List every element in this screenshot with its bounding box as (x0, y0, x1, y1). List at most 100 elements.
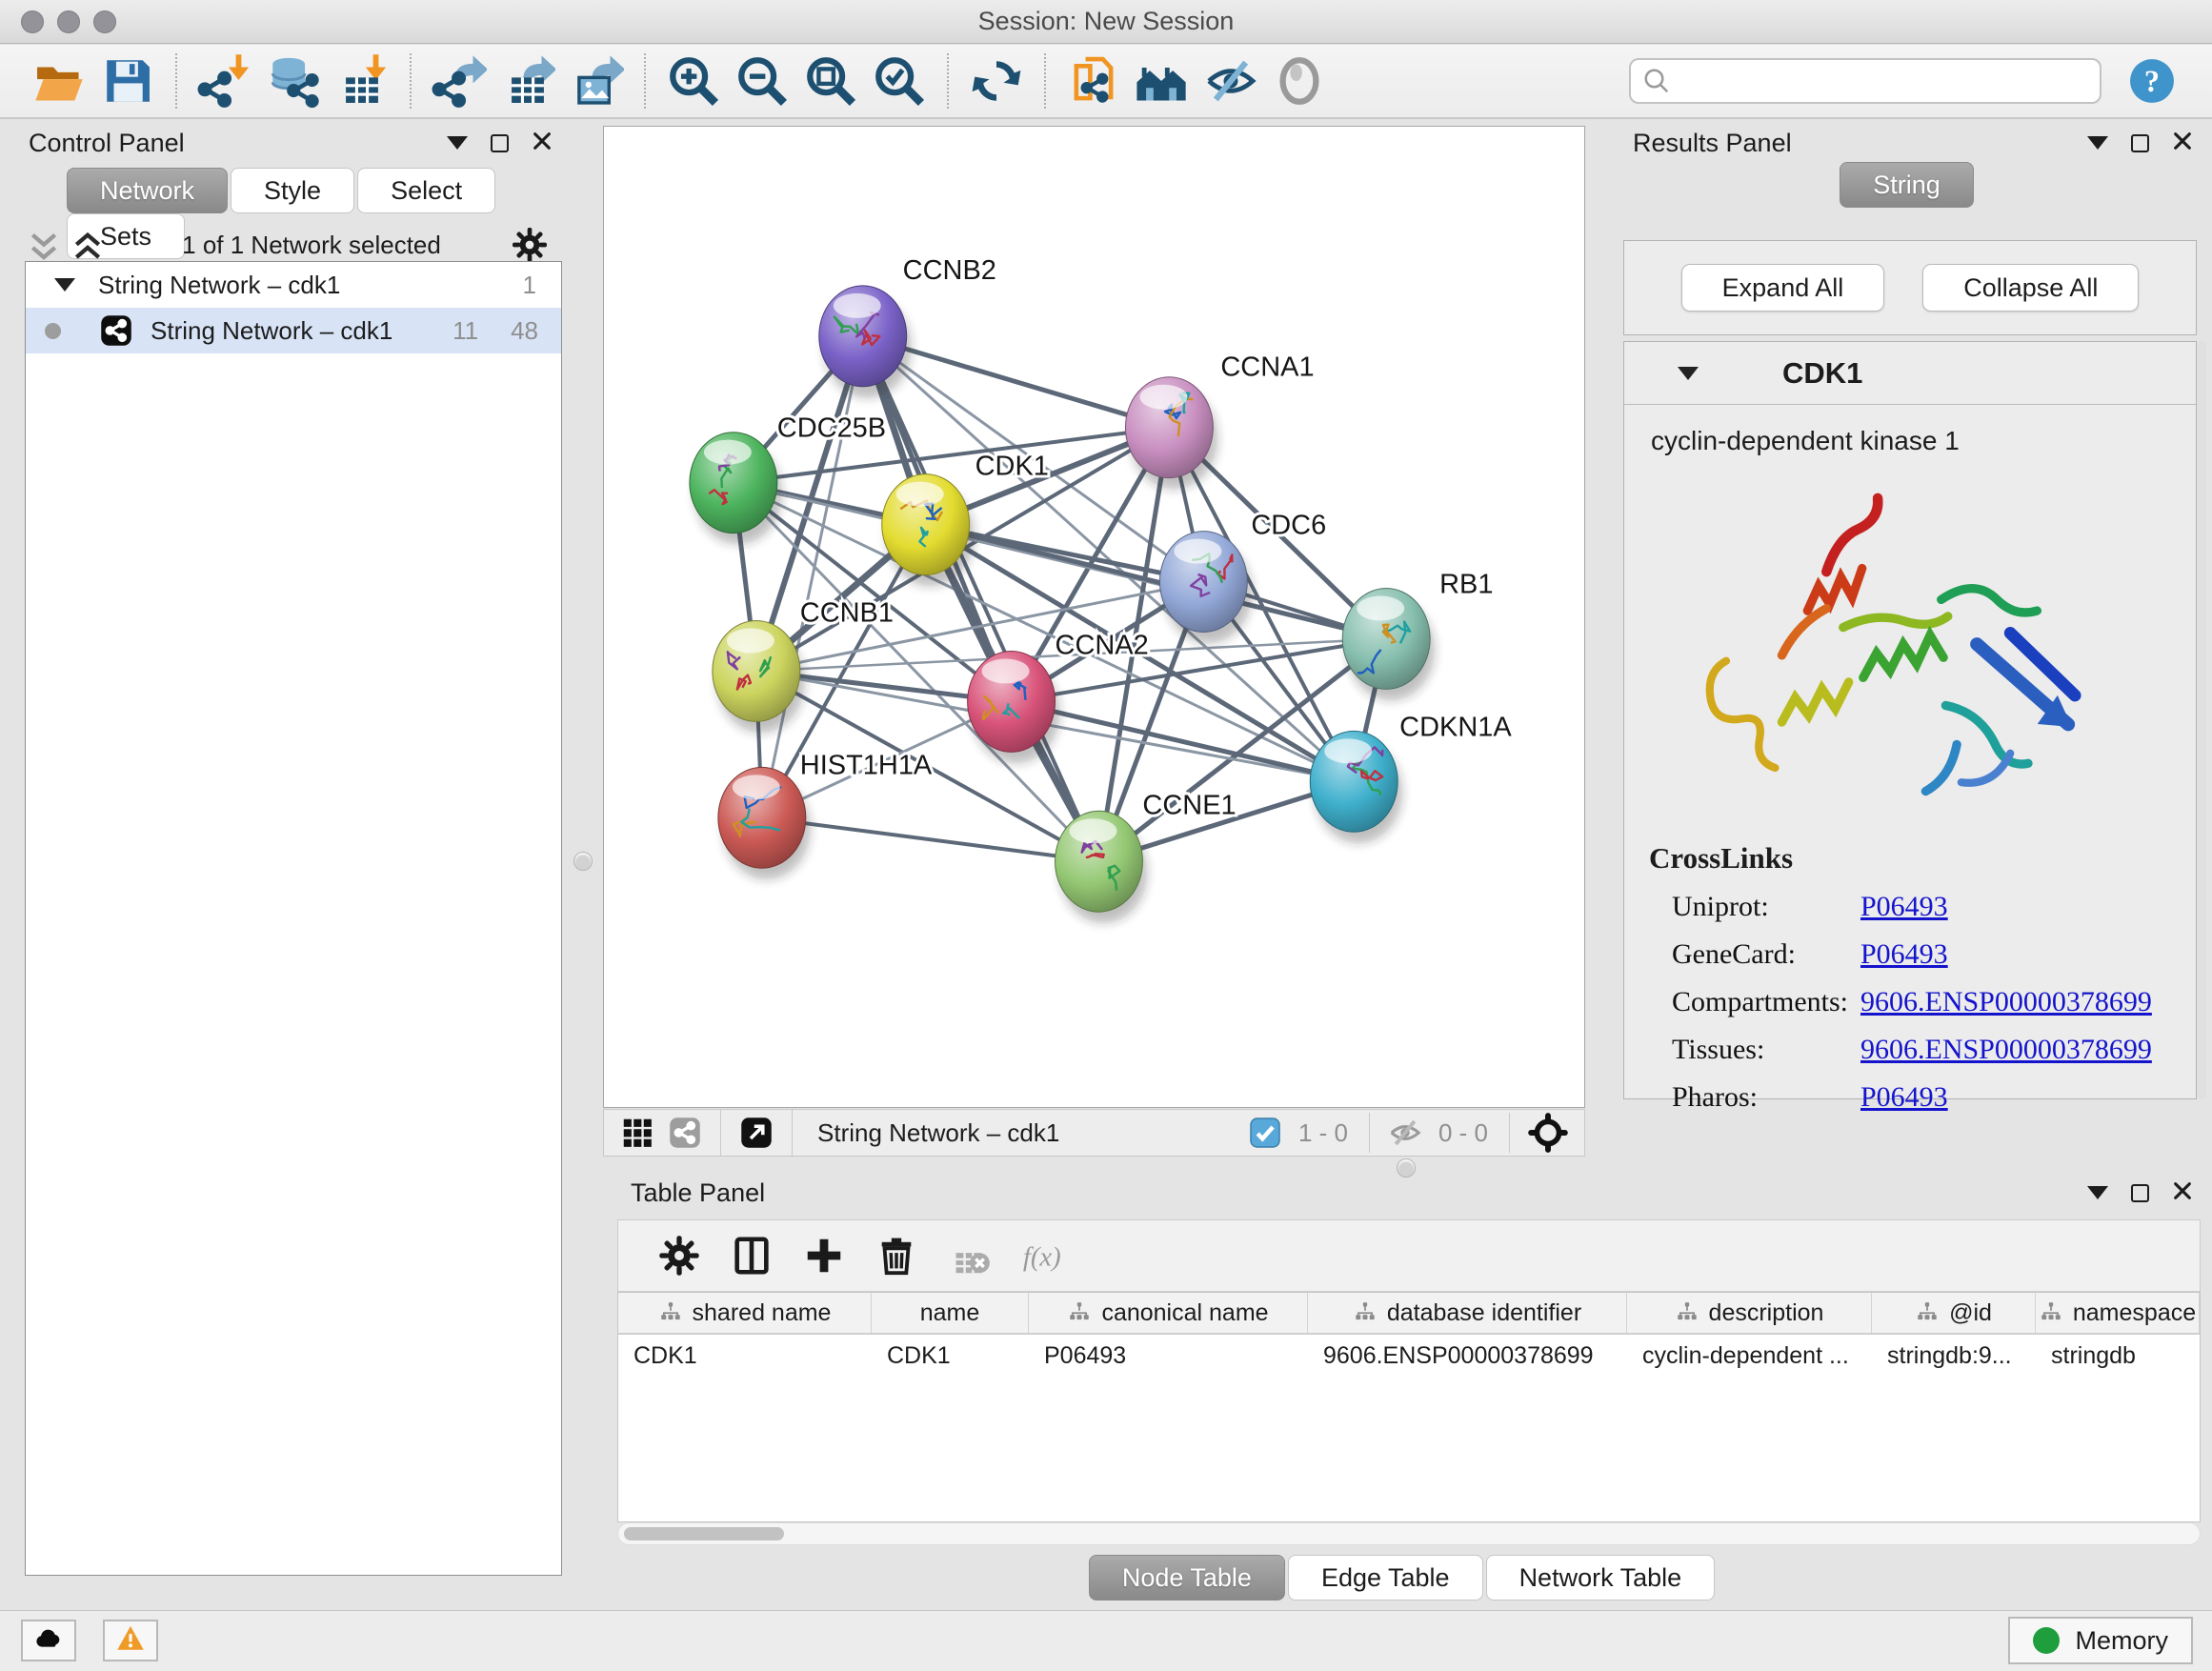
hidden-eye-icon[interactable] (1388, 1116, 1422, 1150)
settings-icon[interactable] (657, 1234, 701, 1278)
cloud-button[interactable] (21, 1620, 76, 1661)
close-panel-icon[interactable] (2172, 1180, 2193, 1206)
import-network-icon[interactable] (197, 53, 252, 109)
crosslink-link[interactable]: P06493 (1860, 938, 1948, 971)
column-header-namespace[interactable]: namespace (2036, 1293, 2200, 1333)
open-session-icon[interactable] (31, 53, 87, 109)
crosslink-link[interactable]: P06493 (1860, 891, 1948, 923)
column-header-database-identifier[interactable]: database identifier (1308, 1293, 1627, 1333)
search-input[interactable] (1629, 58, 2101, 104)
tab-network-table[interactable]: Network Table (1486, 1555, 1716, 1601)
result-entry-name: CDK1 (1782, 356, 1862, 391)
edge-HIST1H1A-CCNE1[interactable] (762, 817, 1099, 861)
column-header-description[interactable]: description (1627, 1293, 1872, 1333)
zoom-in-icon[interactable] (666, 53, 721, 109)
panel-menu-icon[interactable] (2087, 1186, 2108, 1199)
warnings-button[interactable] (103, 1620, 158, 1661)
node-HIST1H1A[interactable]: HIST1H1A (718, 750, 933, 879)
collapse-tree-icon[interactable] (54, 278, 75, 292)
help-icon[interactable]: ? (2128, 57, 2176, 105)
edge-CCNB2-HIST1H1A[interactable] (762, 336, 863, 818)
tab-style[interactable]: Style (231, 168, 354, 213)
tab-node-table[interactable]: Node Table (1089, 1555, 1285, 1601)
crosslink-link[interactable]: 9606.ENSP00000378699 (1860, 1034, 2152, 1066)
node-CCNE1[interactable]: CCNE1 (1056, 790, 1237, 923)
network-options-gear-icon[interactable] (511, 226, 549, 264)
cell-database-identifier[interactable]: 9606.ENSP00000378699 (1308, 1335, 1627, 1377)
minimize-window-icon[interactable] (57, 10, 80, 33)
zoom-selected-icon[interactable] (872, 53, 927, 109)
scrollbar-thumb[interactable] (624, 1527, 784, 1540)
highlight-icon[interactable] (1272, 53, 1327, 109)
delete-icon[interactable] (875, 1234, 918, 1278)
cell-canonical-name[interactable]: P06493 (1029, 1335, 1308, 1377)
main-toolbar: ? (0, 45, 2212, 119)
add-icon[interactable] (802, 1234, 846, 1278)
tab-select[interactable]: Select (357, 168, 495, 213)
tab-string[interactable]: String (1840, 162, 1974, 208)
selected-checkbox-icon[interactable] (1248, 1116, 1282, 1150)
node-RB1[interactable]: RB1 (1342, 570, 1493, 701)
grid-view-icon[interactable] (620, 1116, 654, 1150)
zoom-window-icon[interactable] (93, 10, 116, 33)
zoom-fit-icon[interactable] (803, 53, 858, 109)
panel-menu-icon[interactable] (447, 136, 468, 150)
results-scrollbar[interactable] (2197, 341, 2206, 1099)
node-CDKN1A[interactable]: CDKN1A (1310, 712, 1512, 843)
network-tree: String Network – cdk1 1 String Network –… (25, 261, 562, 1576)
columns-icon[interactable] (730, 1234, 774, 1278)
left-splitter-handle[interactable] (573, 852, 593, 871)
save-session-icon[interactable] (100, 53, 155, 109)
crosslink-link[interactable]: 9606.ENSP00000378699 (1860, 986, 2152, 1018)
collapse-all-icon[interactable] (25, 229, 63, 261)
tab-edge-table[interactable]: Edge Table (1288, 1555, 1483, 1601)
open-in-window-icon[interactable] (739, 1116, 774, 1150)
expand-all-icon[interactable] (69, 229, 107, 261)
node-CCNA2[interactable]: CCNA2 (968, 630, 1149, 763)
close-window-icon[interactable] (21, 10, 44, 33)
export-network-icon[interactable] (432, 53, 487, 109)
network-row[interactable]: String Network – cdk1 11 48 (26, 308, 561, 353)
close-panel-icon[interactable] (532, 131, 553, 156)
refresh-icon[interactable] (969, 53, 1024, 109)
column-header-shared-name[interactable]: shared name (618, 1293, 872, 1333)
table-row[interactable]: CDK1CDK1P064939606.ENSP00000378699cyclin… (618, 1335, 2200, 1377)
cell-shared-name[interactable]: CDK1 (618, 1335, 872, 1377)
zoom-out-icon[interactable] (734, 53, 790, 109)
column-header--id[interactable]: @id (1872, 1293, 2036, 1333)
column-header-name[interactable]: name (872, 1293, 1029, 1333)
cell-description[interactable]: cyclin-dependent ... (1627, 1335, 1872, 1377)
export-table-icon[interactable] (500, 53, 555, 109)
birdseye-crosshair-icon[interactable] (1528, 1113, 1568, 1153)
crosslink-link[interactable]: P06493 (1860, 1081, 1948, 1114)
float-panel-icon[interactable] (491, 134, 509, 152)
collapse-all-button[interactable]: Collapse All (1922, 264, 2139, 312)
network-collection-row[interactable]: String Network – cdk1 1 (26, 262, 561, 308)
collapse-entry-icon[interactable] (1678, 367, 1699, 380)
result-entry-header[interactable]: CDK1 (1624, 342, 2196, 405)
edge-CDK1-RB1[interactable] (926, 525, 1387, 639)
close-panel-icon[interactable] (2172, 131, 2193, 156)
cell-name[interactable]: CDK1 (872, 1335, 1029, 1377)
node-CCNA1[interactable]: CCNA1 (1125, 352, 1314, 490)
first-neighbors-icon[interactable] (1066, 53, 1121, 109)
cell--id[interactable]: stringdb:9... (1872, 1335, 2036, 1377)
share-view-icon[interactable] (668, 1116, 702, 1150)
node-CDC6[interactable]: CDC6 (1159, 511, 1326, 644)
expand-all-button[interactable]: Expand All (1681, 264, 1885, 312)
import-database-icon[interactable] (266, 53, 321, 109)
memory-button[interactable]: Memory (2008, 1617, 2193, 1664)
panel-menu-icon[interactable] (2087, 136, 2108, 150)
edge-CCNB2-CCNE1[interactable] (863, 336, 1099, 861)
cell-namespace[interactable]: stringdb (2036, 1335, 2200, 1377)
import-table-icon[interactable] (334, 53, 390, 109)
hide-unhide-icon[interactable] (1203, 53, 1258, 109)
float-panel-icon[interactable] (2131, 134, 2149, 152)
column-header-canonical-name[interactable]: canonical name (1029, 1293, 1308, 1333)
float-panel-icon[interactable] (2131, 1184, 2149, 1202)
tab-network[interactable]: Network (67, 168, 228, 213)
network-view-canvas[interactable]: CCNB2CCNA1CDC25BCDK1CDC6RB1CCNB1CCNA2CDK… (603, 126, 1585, 1108)
network-overview-icon[interactable] (1135, 53, 1190, 109)
export-image-icon[interactable] (569, 53, 624, 109)
table-hscrollbar[interactable] (617, 1522, 2201, 1545)
